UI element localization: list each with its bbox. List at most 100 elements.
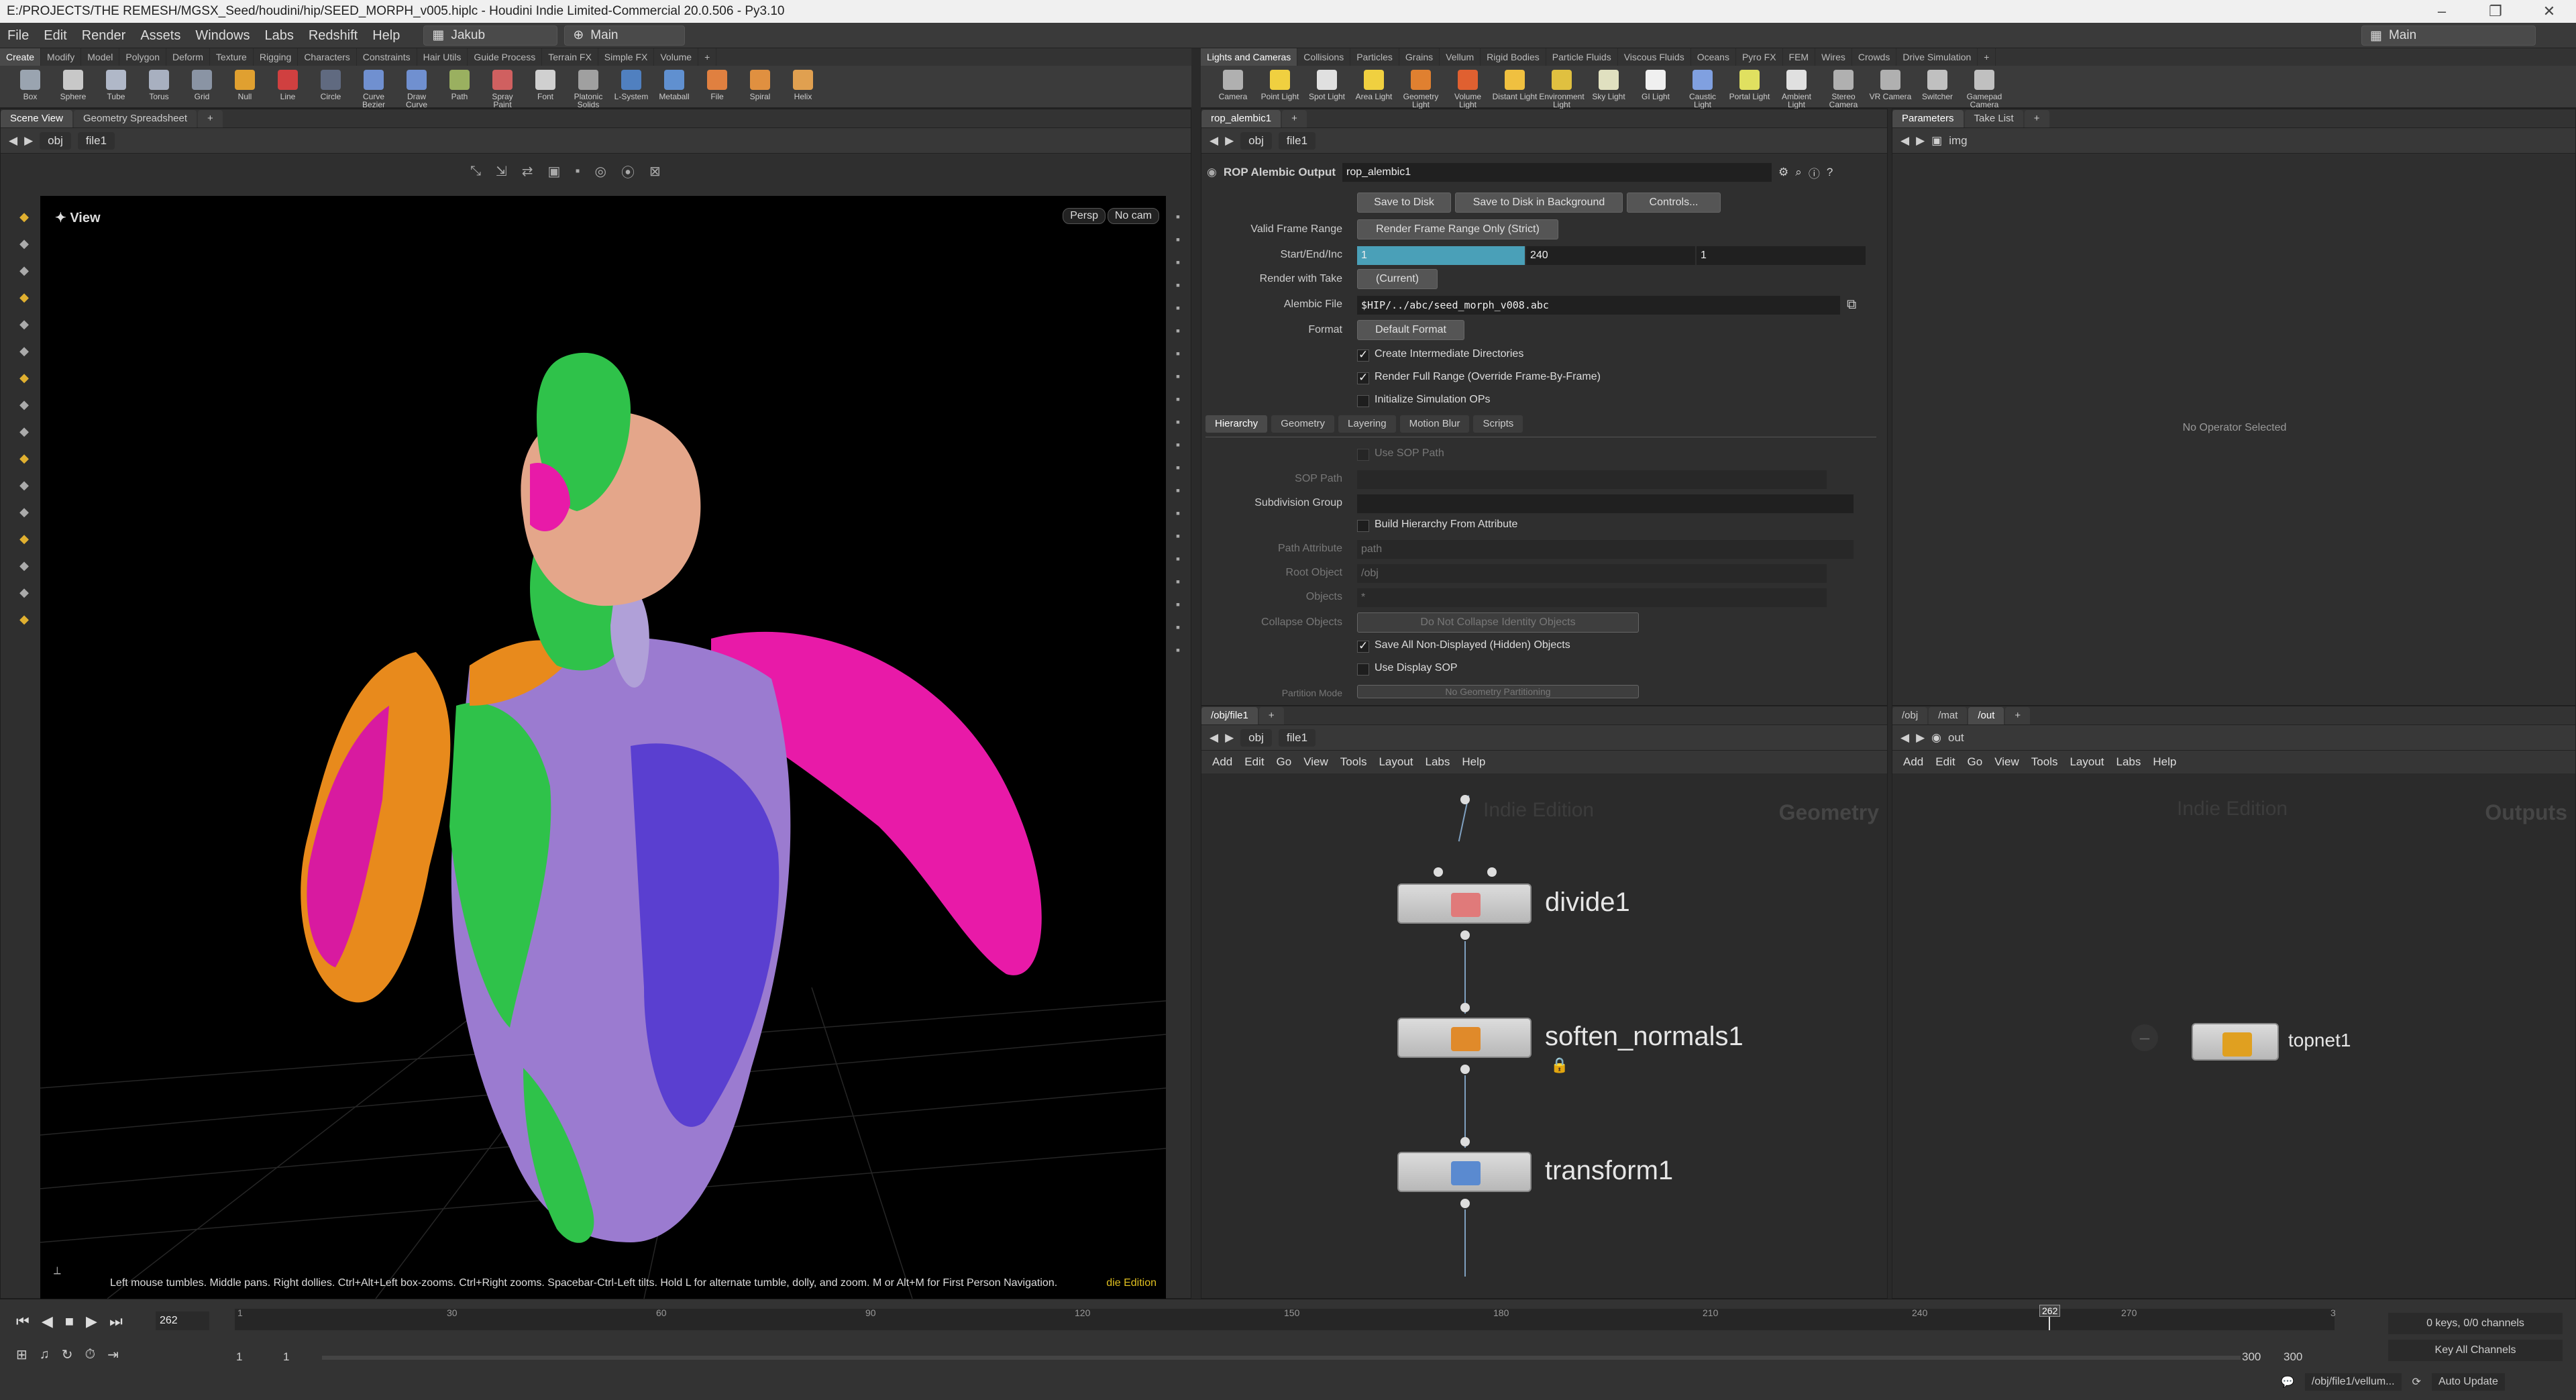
realtime-icon[interactable]: ⏱: [85, 1347, 96, 1362]
back-icon[interactable]: ◀: [1900, 731, 1909, 745]
tab-rop-alembic[interactable]: rop_alembic1: [1201, 110, 1281, 127]
shelf-tool-caustic-light[interactable]: Caustic Light: [1680, 66, 1725, 109]
current-frame-field[interactable]: 262: [156, 1311, 209, 1330]
3d-viewport[interactable]: ✦ View Persp No cam ⟂ Left mouse tumbles…: [40, 196, 1167, 1299]
node-topnet1[interactable]: [2192, 1023, 2279, 1061]
menu-labs[interactable]: Labs: [257, 23, 301, 48]
file-browse-icon[interactable]: ⧉: [1847, 297, 1856, 313]
shelf-tool-switcher[interactable]: Switcher: [1915, 66, 1960, 109]
shelf-tool-sphere[interactable]: Sphere: [52, 66, 94, 109]
shelf-tool-portal-light[interactable]: Portal Light: [1727, 66, 1772, 109]
info-icon[interactable]: ⓘ: [1809, 164, 1820, 181]
shelf-tab-particle-fluids[interactable]: Particle Fluids: [1546, 48, 1618, 66]
shelf-tab-lights-and-cameras[interactable]: Lights and Cameras: [1201, 48, 1298, 66]
shelf-tool-camera[interactable]: Camera: [1210, 66, 1256, 109]
status-path[interactable]: /obj/file1/vellum...: [2304, 1373, 2402, 1391]
op-name-field[interactable]: rop_alembic1: [1342, 163, 1772, 182]
network-menu-add[interactable]: Add: [1212, 755, 1232, 769]
shelf-tool-draw-curve[interactable]: Draw Curve: [396, 66, 437, 109]
user-dropdown[interactable]: ▦ Jakub: [423, 25, 558, 46]
shelf-tool-circle[interactable]: Circle: [310, 66, 352, 109]
shelf-tool-ambient-light[interactable]: Ambient Light: [1774, 66, 1819, 109]
format-menu[interactable]: Default Format: [1357, 320, 1464, 340]
gear-icon[interactable]: ⚙: [1778, 166, 1788, 179]
network-menu-go[interactable]: Go: [1277, 755, 1292, 769]
shelf-tab-crowds[interactable]: Crowds: [1852, 48, 1897, 66]
render-take-menu[interactable]: (Current): [1357, 269, 1438, 289]
network-menu-tools[interactable]: Tools: [1340, 755, 1367, 769]
objects-field[interactable]: *: [1357, 588, 1827, 607]
back-icon[interactable]: ◀: [1210, 731, 1218, 745]
node-soften-normals1[interactable]: [1397, 1018, 1532, 1058]
shelf-tab-grains[interactable]: Grains: [1399, 48, 1440, 66]
shelf-tab-deform[interactable]: Deform: [166, 48, 210, 66]
menu-assets[interactable]: Assets: [133, 23, 188, 48]
sync-icon[interactable]: ⇄: [522, 163, 533, 180]
network-menu-layout[interactable]: Layout: [2070, 755, 2104, 769]
shelf-tab-drive-simulation[interactable]: Drive Simulation: [1896, 48, 1978, 66]
paint-icon[interactable]: ◆: [14, 425, 34, 451]
globe-icon[interactable]: ◆: [14, 586, 34, 612]
play-icon[interactable]: ▶: [86, 1313, 97, 1330]
ghost-icon[interactable]: ▪: [1168, 370, 1188, 392]
sop-path-field[interactable]: [1357, 470, 1827, 489]
path-obj[interactable]: obj: [40, 131, 71, 150]
shelf-tool-volume-light[interactable]: Volume Light: [1445, 66, 1491, 109]
shelf-tool-area-light[interactable]: Area Light: [1351, 66, 1397, 109]
shelf-tool-l-system[interactable]: L-System: [610, 66, 652, 109]
shelf-tool-sky-light[interactable]: Sky Light: [1586, 66, 1631, 109]
scale-icon[interactable]: ◆: [14, 478, 34, 505]
checkbox-create-dirs[interactable]: [1357, 348, 1369, 362]
start-frame-field[interactable]: 1: [1357, 246, 1525, 265]
add-shelf-icon[interactable]: +: [1978, 48, 1996, 66]
brush-icon[interactable]: ◆: [14, 344, 34, 371]
global-anim-icon[interactable]: ⊞: [16, 1346, 28, 1363]
back-icon[interactable]: ◀: [1900, 134, 1909, 148]
rotate-icon[interactable]: ◆: [14, 451, 34, 478]
shelf-tool-curve-bezier[interactable]: Curve Bezier: [353, 66, 394, 109]
tab-take-list[interactable]: Take List: [1964, 110, 2023, 127]
maximize-icon[interactable]: ❐: [2469, 0, 2522, 23]
network-menu-add[interactable]: Add: [1903, 755, 1923, 769]
shelf-tool-spot-light[interactable]: Spot Light: [1304, 66, 1350, 109]
shelf-tab-simple-fx[interactable]: Simple FX: [598, 48, 655, 66]
shelf-tab-terrain-fx[interactable]: Terrain FX: [542, 48, 598, 66]
background-icon[interactable]: ▪: [1168, 347, 1188, 370]
key-all-channels-button[interactable]: Key All Channels: [2388, 1340, 2563, 1361]
shelf-tool-line[interactable]: Line: [267, 66, 309, 109]
shelf-tab-collisions[interactable]: Collisions: [1297, 48, 1351, 66]
range-end-field[interactable]: 300: [2242, 1350, 2261, 1364]
network-menu-edit[interactable]: Edit: [1244, 755, 1264, 769]
controls-button[interactable]: Controls...: [1627, 193, 1721, 213]
render-icon[interactable]: ⊠: [649, 163, 661, 180]
shelf-tool-stereo-camera[interactable]: Stereo Camera: [1821, 66, 1866, 109]
path-img[interactable]: img: [1949, 134, 1967, 148]
shelf-tool-gi-light[interactable]: GI Light: [1633, 66, 1678, 109]
shelf-tool-point-light[interactable]: Point Light: [1257, 66, 1303, 109]
subdivision-group-field[interactable]: [1357, 494, 1854, 513]
tab-obj[interactable]: /obj: [1892, 707, 1928, 724]
network-menu-labs[interactable]: Labs: [2116, 755, 2141, 769]
forward-icon[interactable]: ▶: [1225, 731, 1234, 745]
checkbox-save-hidden[interactable]: [1357, 639, 1369, 653]
checkbox-use-display-sop[interactable]: [1357, 663, 1369, 676]
shelf-tab-polygon[interactable]: Polygon: [119, 48, 166, 66]
add-tab-icon[interactable]: +: [1282, 110, 1307, 127]
shelf-tab-particles[interactable]: Particles: [1350, 48, 1399, 66]
valid-frame-range-menu[interactable]: Render Frame Range Only (Strict): [1357, 219, 1558, 239]
inc-field[interactable]: 1: [1697, 246, 1866, 265]
bypass-icon[interactable]: –: [2131, 1024, 2158, 1051]
node-divide1[interactable]: [1397, 883, 1532, 924]
menu-file[interactable]: File: [0, 23, 36, 48]
tab-obj-file1[interactable]: /obj/file1: [1201, 707, 1258, 724]
save-to-disk-button[interactable]: Save to Disk: [1357, 193, 1451, 213]
globe-icon[interactable]: ▪: [1168, 643, 1188, 666]
shelf-tool-font[interactable]: Font: [525, 66, 566, 109]
path-out[interactable]: out: [1948, 731, 1964, 745]
grid-icon[interactable]: ◆: [14, 532, 34, 559]
root-object-field[interactable]: /obj: [1357, 564, 1827, 583]
camera-rotate-icon[interactable]: ◆: [14, 290, 34, 317]
network-menu-go[interactable]: Go: [1968, 755, 1983, 769]
end-frame-field[interactable]: 240: [1526, 246, 1695, 265]
forward-icon[interactable]: ▶: [1916, 134, 1925, 148]
